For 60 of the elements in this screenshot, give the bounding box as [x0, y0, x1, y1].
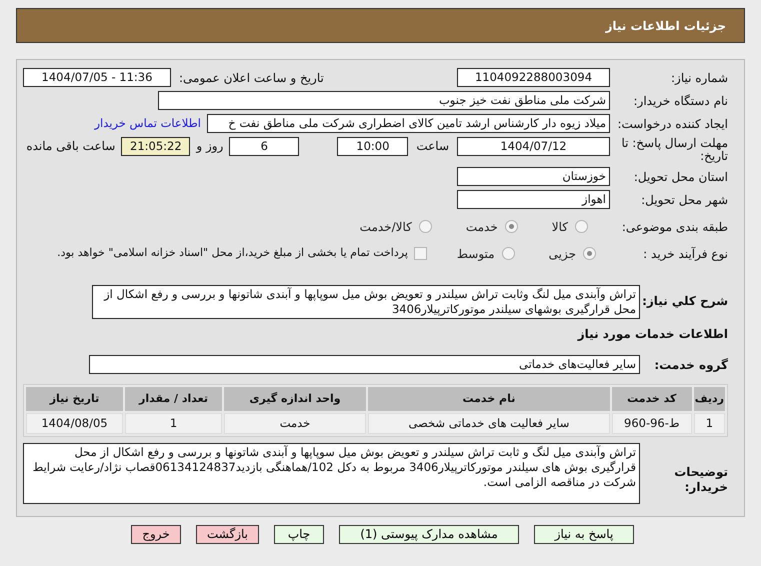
field-label: شهر محل تحویل: — [640, 192, 728, 208]
column-header: تعداد / مقدار — [125, 387, 222, 411]
notes-box: تراش وآبندی میل لنگ و ثابت تراش سیلندر و تعویض بوش میل سوپاپها و آبندی شاتونها و بررسی و رفع اشکال از محل قرارگیری بوش های سیلندر موتورکاترپیلار3406 مربوط به دکل 102/هماهنگی بازدید06134124837قصاب نژاد/رعایت شرایط شرکت در مناقصه الزامی است. — [23, 443, 640, 504]
option-label: متوسط — [456, 246, 495, 262]
field-label: توضیحات خریدار: — [673, 465, 728, 496]
column-header: واحد اندازه گیری — [224, 387, 366, 411]
option-label: کالا — [552, 218, 568, 236]
table-cell: 1 — [125, 413, 222, 434]
countdown-field: 21:05:22 — [121, 137, 190, 156]
option-label: کالا/خدمت — [360, 218, 412, 236]
option-label: جزیی — [548, 246, 576, 262]
table-cell: خدمت — [224, 413, 366, 434]
column-header: کد خدمت — [612, 387, 692, 411]
field-label: استان محل تحویل: — [632, 168, 728, 186]
table-cell: سایر فعالیت های خدماتی شخصی — [368, 413, 610, 434]
column-header: ردیف — [694, 387, 725, 411]
payment-note: پرداخت تمام یا بخشی از مبلغ خرید،از محل "اسناد خزانه اسلامی" خواهد بود. — [57, 245, 408, 262]
input-field[interactable]: اهواز — [457, 190, 610, 209]
field-label: ایجاد کننده درخواست: — [616, 116, 728, 132]
input-field[interactable]: 10:00 — [337, 137, 408, 156]
input-field[interactable]: شرکت ملی مناطق نفت خیز جنوب — [158, 91, 610, 110]
table-cell: 1 — [694, 413, 725, 434]
field-label: شرح کلي نياز: — [641, 293, 728, 310]
radio-button[interactable] — [583, 247, 596, 260]
action-button[interactable]: مشاهده مدارک پیوستی (1) — [339, 525, 519, 544]
field-label: تاریخ و ساعت اعلان عمومی: — [179, 70, 324, 86]
field-label: روز و — [196, 138, 224, 155]
field-label: نام دستگاه خریدار: — [632, 92, 728, 110]
column-header: نام خدمت — [368, 387, 610, 411]
column-header: تاریخ نیاز — [26, 387, 123, 411]
field-label: گروه خدمت: — [653, 356, 728, 374]
field-label: نوع فرآیند خرید : — [642, 246, 728, 262]
checkbox[interactable] — [414, 247, 427, 260]
field-label: مهلت ارسال پاسخ: تا تاریخ: — [620, 137, 728, 163]
option-label: خدمت — [466, 218, 498, 236]
description-box: تراش وآبندی میل لنگ وثابت تراش سیلندر و تعویض بوش میل سوپاپها و آبندی شاتونها و بررسی و رفع اشکال از محل قرارگیری بوشهای سیلندر موتورکاترپیلار3406 — [92, 285, 640, 319]
field-label: ساعت — [416, 138, 449, 155]
input-field[interactable]: 6 — [229, 137, 300, 156]
action-button[interactable]: بازگشت — [196, 525, 259, 544]
table-cell: 1404/08/05 — [26, 413, 123, 434]
input-field[interactable]: 1104092288003094 — [457, 68, 610, 87]
radio-button[interactable] — [504, 220, 518, 233]
table-cell: ط-96-960 — [612, 413, 692, 434]
contact-link[interactable]: اطلاعات تماس خریدار — [94, 114, 201, 132]
field-label: شماره نیاز: — [670, 70, 728, 86]
input-field[interactable]: 1404/07/12 — [457, 137, 610, 156]
field-label: ساعت باقی مانده — [26, 138, 116, 155]
action-button[interactable]: پاسخ به نیاز — [534, 525, 634, 544]
radio-button[interactable] — [575, 220, 588, 233]
input-field[interactable]: میلاد زیوه دار کارشناس ارشد تامین کالای اضطراری شرکت ملی مناطق نفت خ — [207, 114, 610, 133]
action-button[interactable]: خروج — [131, 525, 181, 544]
input-field[interactable]: 1404/07/05 - 11:36 — [23, 68, 171, 87]
radio-button[interactable] — [418, 220, 432, 233]
section-heading: اطلاعات خدمات مورد نیاز — [576, 326, 728, 343]
page-header: جزئیات اطلاعات نیاز — [16, 8, 745, 43]
field-label: طبقه بندی موضوعی: — [620, 218, 728, 236]
input-field[interactable]: سایر فعالیت‌های خدماتی — [89, 355, 640, 374]
input-field[interactable]: خوزستان — [457, 167, 610, 186]
action-button[interactable]: چاپ — [274, 525, 324, 544]
radio-button[interactable] — [502, 247, 515, 260]
